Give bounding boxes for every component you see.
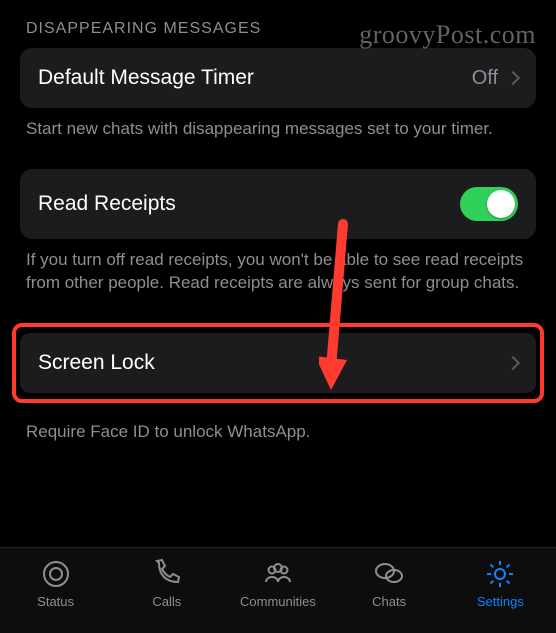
read-receipts-footer: If you turn off read receipts, you won't…: [20, 239, 536, 295]
screen-lock-row[interactable]: Screen Lock: [20, 333, 536, 393]
settings-content: DISAPPEARING MESSAGES Default Message Ti…: [0, 0, 556, 534]
chevron-right-icon: [506, 356, 520, 370]
read-receipts-toggle[interactable]: [460, 187, 518, 221]
tab-calls-label: Calls: [152, 594, 181, 609]
tab-communities[interactable]: Communities: [228, 558, 328, 609]
tab-chats-label: Chats: [372, 594, 406, 609]
tab-status-label: Status: [37, 594, 74, 609]
screen-lock-label: Screen Lock: [38, 351, 155, 375]
screen-lock-highlight: Screen Lock: [12, 323, 544, 403]
default-message-timer-row[interactable]: Default Message Timer Off: [20, 48, 536, 108]
read-receipts-row[interactable]: Read Receipts: [20, 169, 536, 239]
disappearing-section-header: DISAPPEARING MESSAGES: [20, 20, 536, 38]
tab-communities-label: Communities: [240, 594, 316, 609]
chats-icon: [373, 558, 405, 590]
tab-settings-label: Settings: [477, 594, 524, 609]
status-icon: [40, 558, 72, 590]
tab-settings[interactable]: Settings: [450, 558, 550, 609]
chevron-right-icon: [506, 71, 520, 85]
communities-icon: [262, 558, 294, 590]
tab-chats[interactable]: Chats: [339, 558, 439, 609]
gear-icon: [484, 558, 516, 590]
read-receipts-label: Read Receipts: [38, 192, 176, 216]
tab-bar: Status Calls Communities Chats Settings: [0, 547, 556, 633]
tab-status[interactable]: Status: [6, 558, 106, 609]
default-message-timer-value: Off: [472, 67, 498, 90]
disappearing-footer: Start new chats with disappearing messag…: [20, 108, 536, 141]
tab-calls[interactable]: Calls: [117, 558, 217, 609]
default-message-timer-label: Default Message Timer: [38, 66, 254, 90]
phone-icon: [151, 558, 183, 590]
screen-lock-footer: Require Face ID to unlock WhatsApp.: [20, 411, 536, 444]
